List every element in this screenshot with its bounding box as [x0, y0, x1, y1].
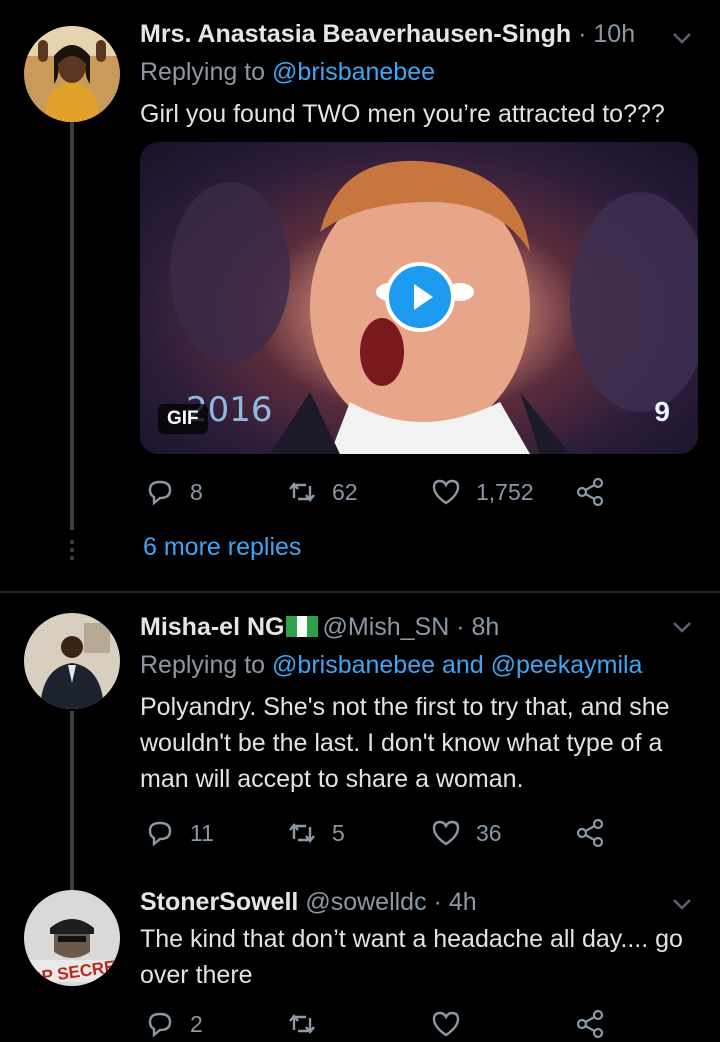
- retweet-button[interactable]: 5: [286, 815, 345, 851]
- like-icon: [432, 479, 460, 505]
- retweet-button[interactable]: 62: [286, 474, 358, 510]
- retweet-count: 5: [332, 819, 345, 846]
- tweet-header: Misha-el NG @Mish_SN · 8h: [140, 613, 700, 645]
- like-count: 36: [476, 819, 502, 846]
- share-icon: [576, 818, 604, 848]
- thread-line: [70, 122, 74, 530]
- timestamp[interactable]: 10h: [593, 20, 635, 48]
- thread-line: [70, 711, 74, 891]
- avatar[interactable]: [24, 613, 120, 709]
- tweet-text: The kind that don’t want a headache all …: [140, 925, 683, 989]
- play-icon: [414, 284, 433, 310]
- tweet-header: Mrs. Anastasia Beaverhausen-Singh · 10h: [140, 20, 700, 52]
- avatar[interactable]: [24, 26, 120, 122]
- share-button[interactable]: [574, 474, 620, 510]
- thread-gap-dots: [69, 539, 75, 561]
- chevron-down-icon[interactable]: [668, 24, 696, 52]
- timestamp[interactable]: 4h: [449, 888, 477, 916]
- more-replies-link[interactable]: 6 more replies: [143, 533, 301, 562]
- replying-label: Replying to: [140, 58, 266, 86]
- avatar[interactable]: OP SECRE: [24, 890, 120, 986]
- tweet-actions: 2: [140, 1006, 696, 1042]
- display-name[interactable]: Misha-el NG: [140, 613, 284, 641]
- retweet-icon: [289, 1014, 315, 1034]
- share-icon: [576, 477, 604, 507]
- replying-handle-link[interactable]: @brisbanebee: [272, 58, 435, 86]
- separator-dot: ·: [578, 20, 594, 48]
- reply-button[interactable]: 11: [144, 815, 214, 851]
- handle[interactable]: @sowelldc: [305, 888, 426, 916]
- reply-button[interactable]: 8: [144, 474, 203, 510]
- separator-dot: ·: [426, 888, 449, 916]
- share-icon: [576, 1009, 604, 1039]
- like-button[interactable]: 1,752: [430, 474, 534, 510]
- chevron-down-icon[interactable]: [668, 890, 696, 918]
- like-icon: [432, 820, 460, 846]
- reply-count: 11: [190, 819, 214, 846]
- reply-icon: [148, 1012, 172, 1038]
- display-name[interactable]: Mrs. Anastasia Beaverhausen-Singh: [140, 20, 571, 48]
- share-button[interactable]: [574, 1006, 620, 1042]
- tweet-header: StonerSowell @sowelldc · 4h: [140, 888, 700, 920]
- nigeria-flag-icon: [286, 616, 319, 637]
- retweet-button[interactable]: [286, 1006, 332, 1042]
- like-count: 1,752: [476, 478, 534, 505]
- display-name[interactable]: StonerSowell: [140, 888, 298, 916]
- gif-media[interactable]: 2016 9 GIF: [140, 142, 698, 454]
- retweet-icon: [289, 823, 315, 843]
- tweet-actions: 11 5 36: [140, 815, 696, 851]
- tweet-actions: 8 62 1,752: [140, 474, 696, 510]
- retweet-icon: [289, 482, 315, 502]
- tweet-text: Girl you found TWO men you’re attracted …: [140, 100, 665, 128]
- like-icon: [432, 1011, 460, 1037]
- reply-count: 2: [190, 1010, 203, 1037]
- replying-label: Replying to: [140, 651, 266, 679]
- chevron-down-icon[interactable]: [668, 613, 696, 641]
- reply-count: 8: [190, 478, 203, 505]
- like-button[interactable]: [430, 1006, 476, 1042]
- replying-handle-link[interactable]: @brisbanebee and @peekaymila: [272, 651, 642, 679]
- share-button[interactable]: [574, 815, 620, 851]
- tweet-1[interactable]: Mrs. Anastasia Beaverhausen-Singh · 10h …: [0, 0, 720, 590]
- reply-icon: [148, 821, 172, 847]
- watermark-channel: 9: [654, 396, 670, 427]
- like-button[interactable]: 36: [430, 815, 502, 851]
- tweet-text: Polyandry. She's not the first to try th…: [140, 693, 670, 793]
- retweet-count: 62: [332, 478, 358, 505]
- tweet-2[interactable]: Misha-el NG @Mish_SN · 8h Replying to @br…: [0, 593, 720, 891]
- gif-badge: GIF: [158, 404, 208, 434]
- reply-icon: [148, 480, 172, 506]
- play-button[interactable]: [385, 262, 455, 332]
- timestamp[interactable]: 8h: [472, 613, 500, 641]
- replying-to: Replying to @brisbanebee: [140, 58, 435, 87]
- replying-to: Replying to @brisbanebee and @peekaymila: [140, 651, 642, 680]
- handle[interactable]: @Mish_SN: [322, 613, 449, 641]
- tweet-3[interactable]: OP SECRE StonerSowell @sowelldc · 4h The…: [0, 878, 720, 1039]
- separator-dot: ·: [449, 613, 472, 641]
- reply-button[interactable]: 2: [144, 1006, 203, 1042]
